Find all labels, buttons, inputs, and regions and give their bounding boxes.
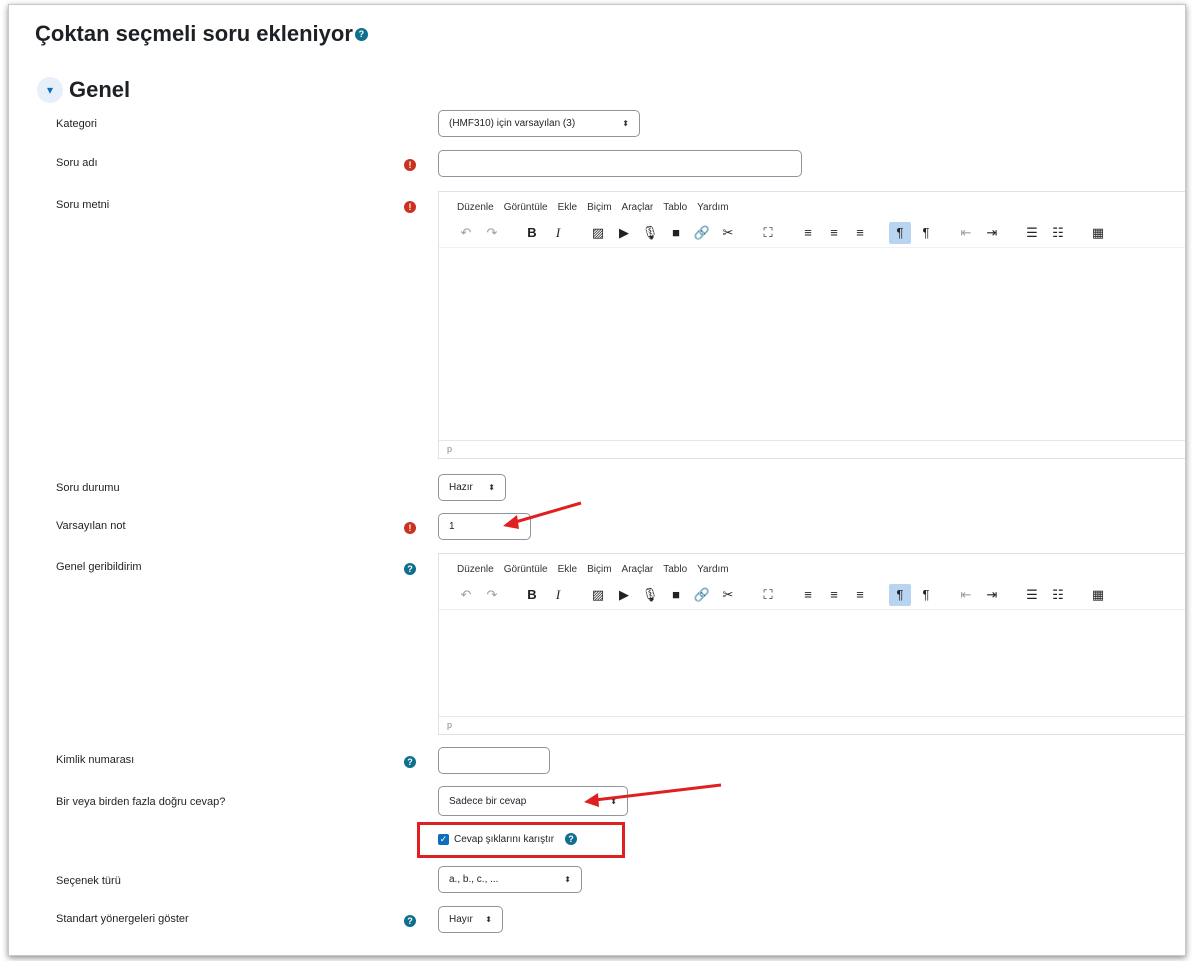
annotation-arrowhead [503, 515, 519, 529]
annotation-arrow [511, 501, 582, 525]
annotation-arrows [503, 501, 722, 807]
annotation-arrow [594, 783, 722, 802]
question-form-window: Çoktan seçmeli soru ekleniyor ? ▾ Genel … [8, 4, 1186, 956]
annotation-arrowhead [584, 793, 599, 807]
